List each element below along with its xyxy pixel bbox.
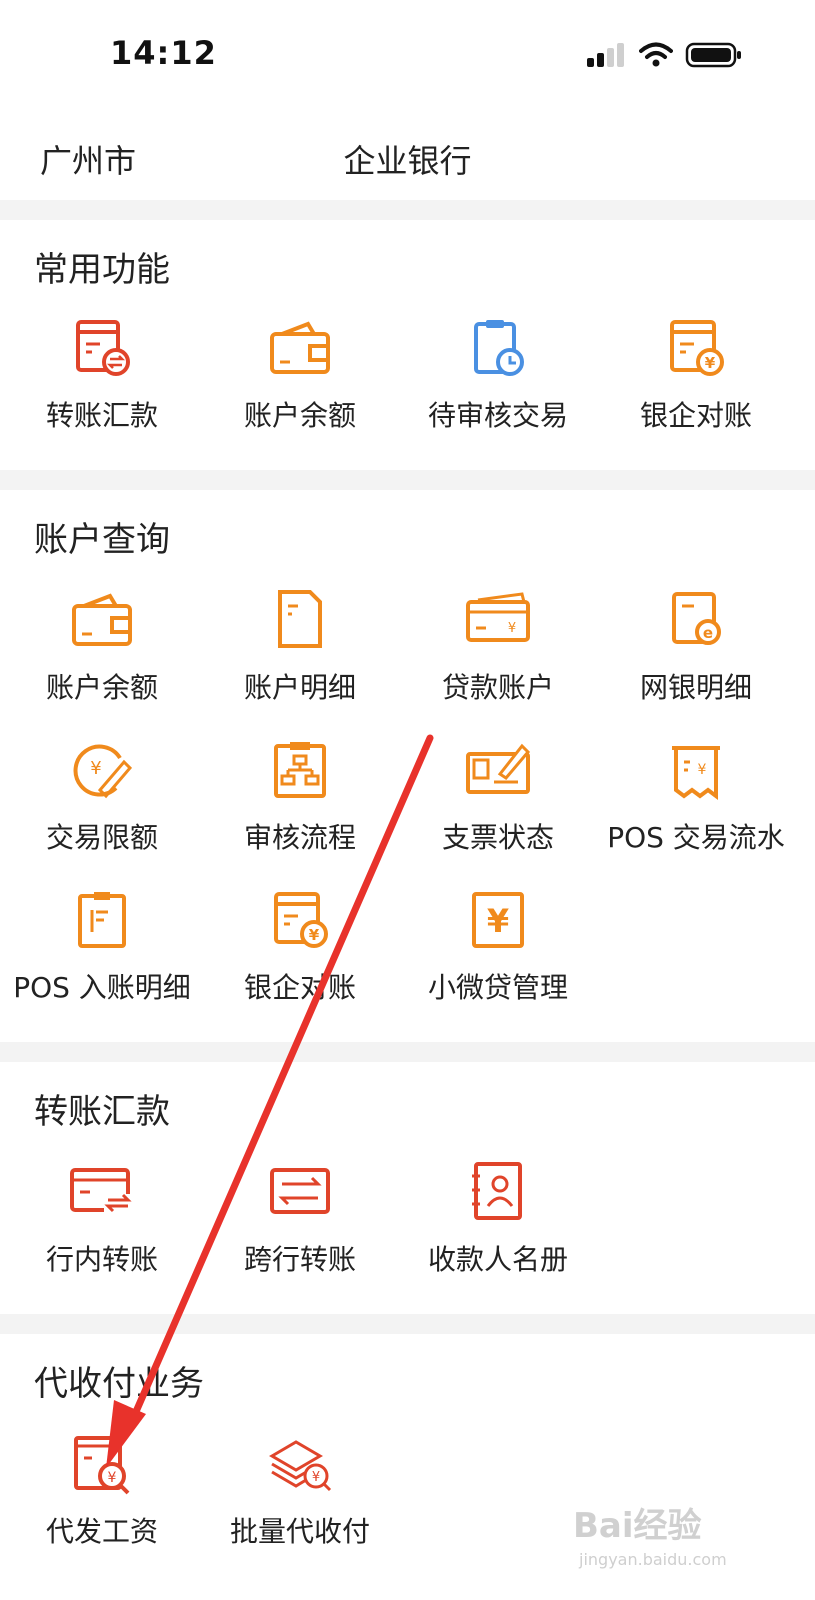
- card-yen-icon: ¥: [466, 588, 530, 652]
- cheque-pen-icon: [466, 738, 530, 802]
- menu-item-microloan[interactable]: ¥ 小微贷管理: [396, 880, 600, 1030]
- svg-text:¥: ¥: [508, 621, 516, 636]
- battery-icon: [685, 42, 741, 68]
- svg-text:¥: ¥: [705, 354, 716, 372]
- document-icon: [268, 588, 332, 652]
- section-divider: [0, 1314, 815, 1334]
- doc-yen-icon: ¥: [268, 888, 332, 952]
- watermark: Bai经验 jingyan.baidu.com: [573, 1498, 783, 1588]
- yen-box-icon: ¥: [466, 888, 530, 952]
- menu-item-label: 账户余额: [45, 671, 158, 704]
- doc-e-icon: e: [664, 588, 728, 652]
- menu-item-intra-bank-transfer[interactable]: 行内转账: [0, 1152, 204, 1302]
- cellular-signal-icon: [587, 43, 624, 67]
- menu-item-label: 网银明细: [639, 671, 752, 704]
- section-title: 常用功能: [34, 250, 170, 290]
- menu-item-label: 支票状态: [441, 821, 554, 854]
- page-title: 企业银行: [343, 142, 472, 180]
- nav-header: 广州市 企业银行: [0, 110, 815, 200]
- menu-item-label: POS 入账明细: [13, 971, 191, 1004]
- svg-text:¥: ¥: [312, 1470, 320, 1485]
- menu-item-label: 代发工资: [45, 1515, 158, 1548]
- card-transfer-icon: [268, 1160, 332, 1224]
- menu-item-label: 贷款账户: [441, 671, 554, 704]
- transfer-doc-icon: [70, 316, 134, 380]
- section-transfers: 转账汇款 行内转账 跨行转账 收款人名册: [0, 1062, 815, 1314]
- menu-item-reconciliation[interactable]: ¥ 银企对账: [594, 308, 798, 458]
- menu-item-label: 小微贷管理: [427, 971, 568, 1004]
- stack-yen-icon: ¥: [268, 1432, 332, 1496]
- status-icons: [587, 40, 743, 70]
- menu-item-account-details[interactable]: 账户明细: [198, 580, 402, 730]
- yen-pen-icon: ¥: [70, 738, 134, 802]
- menu-item-transaction-limit[interactable]: ¥ 交易限额: [0, 730, 204, 880]
- watermark-url: jingyan.baidu.com: [579, 1550, 727, 1569]
- doc-yen-icon: ¥: [664, 316, 728, 380]
- section-common-functions: 常用功能 转账汇款 账户余额 待审核交易 ¥ 银企对账: [0, 220, 815, 470]
- menu-item-label: 银企对账: [639, 399, 752, 432]
- menu-item-cheque-status[interactable]: 支票状态: [396, 730, 600, 880]
- menu-item-batch-collection[interactable]: ¥ 批量代收付: [198, 1424, 402, 1574]
- menu-item-ebank-details[interactable]: e 网银明细: [594, 580, 798, 730]
- menu-item-label: 行内转账: [45, 1243, 158, 1276]
- menu-item-pos-transactions[interactable]: ¥ POS 交易流水: [594, 730, 798, 880]
- menu-item-label: 银企对账: [243, 971, 356, 1004]
- wallet-icon: [70, 588, 134, 652]
- section-divider: [0, 470, 815, 490]
- menu-item-label: 转账汇款: [45, 399, 158, 432]
- section-account-inquiry: 账户查询 账户余额 账户明细 ¥ 贷款账户 e 网银明细 ¥ 交易限额 审核流程…: [0, 490, 815, 1042]
- menu-item-label: 收款人名册: [427, 1243, 568, 1276]
- menu-item-label: 账户明细: [243, 671, 356, 704]
- receipt-yen-icon: ¥: [664, 738, 728, 802]
- menu-item-balance[interactable]: 账户余额: [198, 308, 402, 458]
- watermark-brand: Bai经验: [573, 1506, 702, 1546]
- clipboard-list-icon: [70, 888, 134, 952]
- svg-text:¥: ¥: [108, 1470, 117, 1486]
- menu-item-review-process[interactable]: 审核流程: [198, 730, 402, 880]
- svg-text:¥: ¥: [487, 902, 509, 940]
- svg-text:¥: ¥: [309, 926, 320, 944]
- menu-item-label: 交易限额: [45, 821, 158, 854]
- section-title: 转账汇款: [34, 1092, 170, 1132]
- section-divider: [0, 200, 815, 220]
- menu-item-payee-list[interactable]: 收款人名册: [396, 1152, 600, 1302]
- section-divider: [0, 1042, 815, 1062]
- doc-search-yen-icon: ¥: [70, 1432, 134, 1496]
- menu-item-label: 待审核交易: [427, 399, 568, 432]
- flowchart-icon: [268, 738, 332, 802]
- svg-text:¥: ¥: [90, 758, 101, 779]
- contact-book-icon: [466, 1160, 530, 1224]
- wifi-icon: [639, 42, 673, 67]
- menu-item-inter-bank-transfer[interactable]: 跨行转账: [198, 1152, 402, 1302]
- svg-text:e: e: [703, 624, 713, 642]
- menu-item-label: 跨行转账: [243, 1243, 356, 1276]
- menu-item-reconciliation[interactable]: ¥ 银企对账: [198, 880, 402, 1030]
- menu-item-label: 审核流程: [243, 821, 356, 854]
- menu-item-balance[interactable]: 账户余额: [0, 580, 204, 730]
- section-title: 账户查询: [34, 520, 170, 560]
- wallet-icon: [268, 316, 332, 380]
- menu-item-label: POS 交易流水: [607, 821, 785, 854]
- menu-item-transfer[interactable]: 转账汇款: [0, 308, 204, 458]
- clipboard-clock-icon: [466, 316, 530, 380]
- menu-item-payroll[interactable]: ¥ 代发工资: [0, 1424, 204, 1574]
- status-bar: 14:12: [0, 0, 815, 110]
- status-time: 14:12: [110, 34, 217, 72]
- menu-item-pos-settlement[interactable]: POS 入账明细: [0, 880, 204, 1030]
- menu-item-pending-review[interactable]: 待审核交易: [396, 308, 600, 458]
- card-exchange-icon: [70, 1160, 134, 1224]
- svg-text:¥: ¥: [698, 762, 707, 778]
- section-title: 代收付业务: [34, 1364, 204, 1404]
- menu-item-label: 批量代收付: [229, 1515, 370, 1548]
- menu-item-loan-account[interactable]: ¥ 贷款账户: [396, 580, 600, 730]
- menu-item-label: 账户余额: [243, 399, 356, 432]
